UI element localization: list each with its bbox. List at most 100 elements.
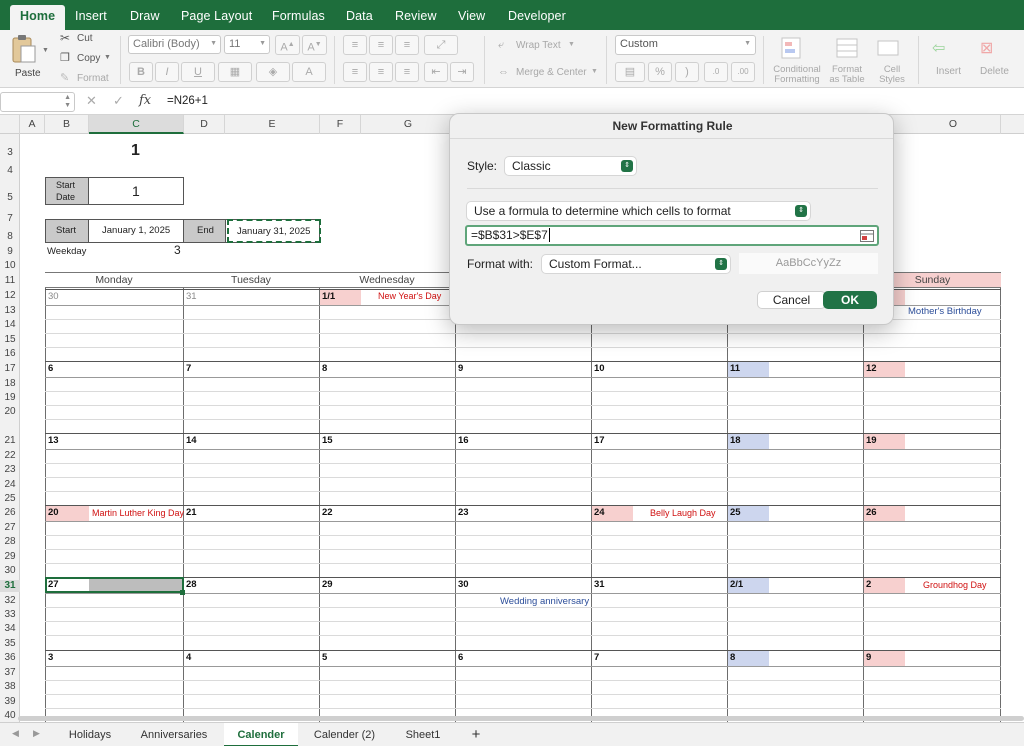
column-header-o[interactable]: O (906, 115, 1001, 134)
day-number[interactable]: 22 (322, 507, 333, 518)
row-header[interactable]: 26 (0, 507, 20, 519)
fill-handle[interactable] (180, 590, 185, 595)
row-header[interactable]: 20 (0, 406, 20, 418)
day-number[interactable]: 6 (458, 652, 463, 663)
sheet-tab-sheet1[interactable]: Sheet1 (391, 723, 455, 746)
day-number[interactable]: 31 (594, 579, 605, 590)
day-number[interactable]: 16 (458, 435, 469, 446)
column-header-c[interactable]: C (89, 115, 184, 134)
day-number[interactable]: 31 (186, 291, 197, 302)
event-label[interactable]: Belly Laugh Day (650, 508, 716, 518)
formula-input[interactable]: =N26+1 (167, 95, 208, 107)
day-number[interactable]: 30 (48, 291, 59, 302)
increase-decimal-button[interactable]: .0 (704, 62, 728, 82)
conditional-formatting-icon[interactable] (780, 36, 806, 62)
row-header[interactable]: 9 (0, 246, 20, 258)
row-header[interactable]: 22 (0, 450, 20, 462)
day-number[interactable]: 14 (186, 435, 197, 446)
row-header[interactable]: 8 (0, 231, 20, 243)
tab-insert[interactable]: Insert (75, 9, 107, 23)
copy-button[interactable]: Copy (77, 53, 100, 64)
decrease-indent-button[interactable]: ⇤ (424, 62, 448, 82)
column-header-f[interactable]: F (320, 115, 361, 134)
row-header[interactable]: 18 (0, 378, 20, 390)
day-number[interactable]: 2/1 (730, 579, 743, 590)
tab-view[interactable]: View (458, 9, 485, 23)
align-center-button[interactable]: ≡ (369, 62, 393, 82)
start-value[interactable]: January 1, 2025 (102, 225, 170, 236)
row-header[interactable]: 36 (0, 652, 20, 664)
row-header[interactable]: 25 (0, 493, 20, 505)
row-header[interactable]: 33 (0, 609, 20, 621)
day-number[interactable]: 24 (594, 507, 605, 518)
align-middle-button[interactable]: ≡ (369, 35, 393, 55)
ok-button[interactable]: OK (823, 291, 877, 309)
day-number[interactable]: 7 (594, 652, 599, 663)
row-header[interactable]: 13 (0, 305, 20, 317)
row-header[interactable]: 37 (0, 667, 20, 679)
event-label[interactable]: Groundhog Day (923, 580, 987, 590)
row-header[interactable]: 14 (0, 319, 20, 331)
day-number[interactable]: 6 (48, 363, 53, 374)
cut-button[interactable]: Cut (77, 33, 93, 44)
tab-formulas[interactable]: Formulas (272, 9, 325, 23)
row-header[interactable]: 7 (0, 213, 20, 225)
insert-cells-button[interactable]: Insert (936, 66, 961, 77)
row-header[interactable]: 4 (0, 165, 20, 177)
day-number[interactable]: 18 (730, 435, 741, 446)
day-number[interactable]: 21 (186, 507, 197, 518)
row-header[interactable]: 5 (0, 192, 20, 204)
event-label[interactable]: Martin Luther King Day (92, 508, 184, 518)
conditional-formatting-button[interactable]: Conditional Formatting (771, 65, 823, 85)
day-number[interactable]: 11 (730, 363, 740, 374)
row-header[interactable]: 3 (0, 147, 20, 159)
tab-draw[interactable]: Draw (130, 9, 160, 23)
tab-review[interactable]: Review (395, 9, 437, 23)
row-header[interactable]: 16 (0, 348, 20, 360)
day-number[interactable]: 17 (594, 435, 605, 446)
sheet-tab-holidays[interactable]: Holidays (55, 723, 125, 746)
scroll-right-icon[interactable]: ▶ (33, 728, 40, 739)
row-header[interactable]: 29 (0, 551, 20, 563)
sheet-tab-anniversaries[interactable]: Anniversaries (127, 723, 221, 746)
day-number[interactable]: 9 (458, 363, 463, 374)
fill-color-button[interactable]: ◈ (256, 62, 290, 82)
row-header[interactable]: 32 (0, 595, 20, 607)
column-header-d[interactable]: D (184, 115, 225, 134)
cancel-icon[interactable]: ✕ (86, 93, 97, 109)
event-label[interactable]: Mother's Birthday (908, 306, 982, 317)
event-label[interactable]: New Year's Day (378, 291, 441, 301)
bold-button[interactable]: B (129, 62, 153, 82)
accounting-format-button[interactable]: ▤ (615, 62, 645, 82)
day-number[interactable]: 4 (186, 652, 191, 663)
format-as-table-icon[interactable] (835, 36, 861, 62)
row-header[interactable]: 30 (0, 565, 20, 577)
tab-developer[interactable]: Developer (508, 9, 566, 23)
cancel-button[interactable]: Cancel (757, 291, 826, 309)
delete-cells-button[interactable]: Delete (980, 66, 1009, 77)
comma-style-button[interactable]: ) (675, 62, 699, 82)
decrease-font-button[interactable]: A▼ (302, 35, 327, 55)
percent-button[interactable]: % (648, 62, 672, 82)
row-header[interactable]: 35 (0, 638, 20, 650)
day-number[interactable]: 8 (730, 652, 735, 663)
row-header[interactable]: 31 (0, 580, 20, 592)
row-header[interactable]: 11 (0, 275, 20, 287)
row-header[interactable]: 10 (0, 260, 20, 272)
range-picker-icon[interactable] (860, 230, 874, 242)
day-number[interactable]: 5 (322, 652, 327, 663)
day-number[interactable]: 12 (866, 363, 877, 374)
style-select[interactable]: Classic ⇕ (504, 156, 637, 176)
delete-cells-icon[interactable]: ⊠ (980, 38, 993, 58)
column-header-b[interactable]: B (45, 115, 89, 134)
align-left-button[interactable]: ≡ (343, 62, 367, 82)
sheet-tab-calender-2[interactable]: Calender (2) (301, 723, 388, 746)
row-header[interactable]: 12 (0, 290, 20, 302)
add-sheet-button[interactable]: + (461, 723, 491, 746)
tab-page-layout[interactable]: Page Layout (181, 9, 252, 23)
row-header[interactable]: 39 (0, 696, 20, 708)
align-top-button[interactable]: ≡ (343, 35, 367, 55)
cell-styles-button[interactable]: Cell Styles (872, 65, 912, 85)
tab-data[interactable]: Data (346, 9, 373, 23)
row-header[interactable]: 27 (0, 522, 20, 534)
